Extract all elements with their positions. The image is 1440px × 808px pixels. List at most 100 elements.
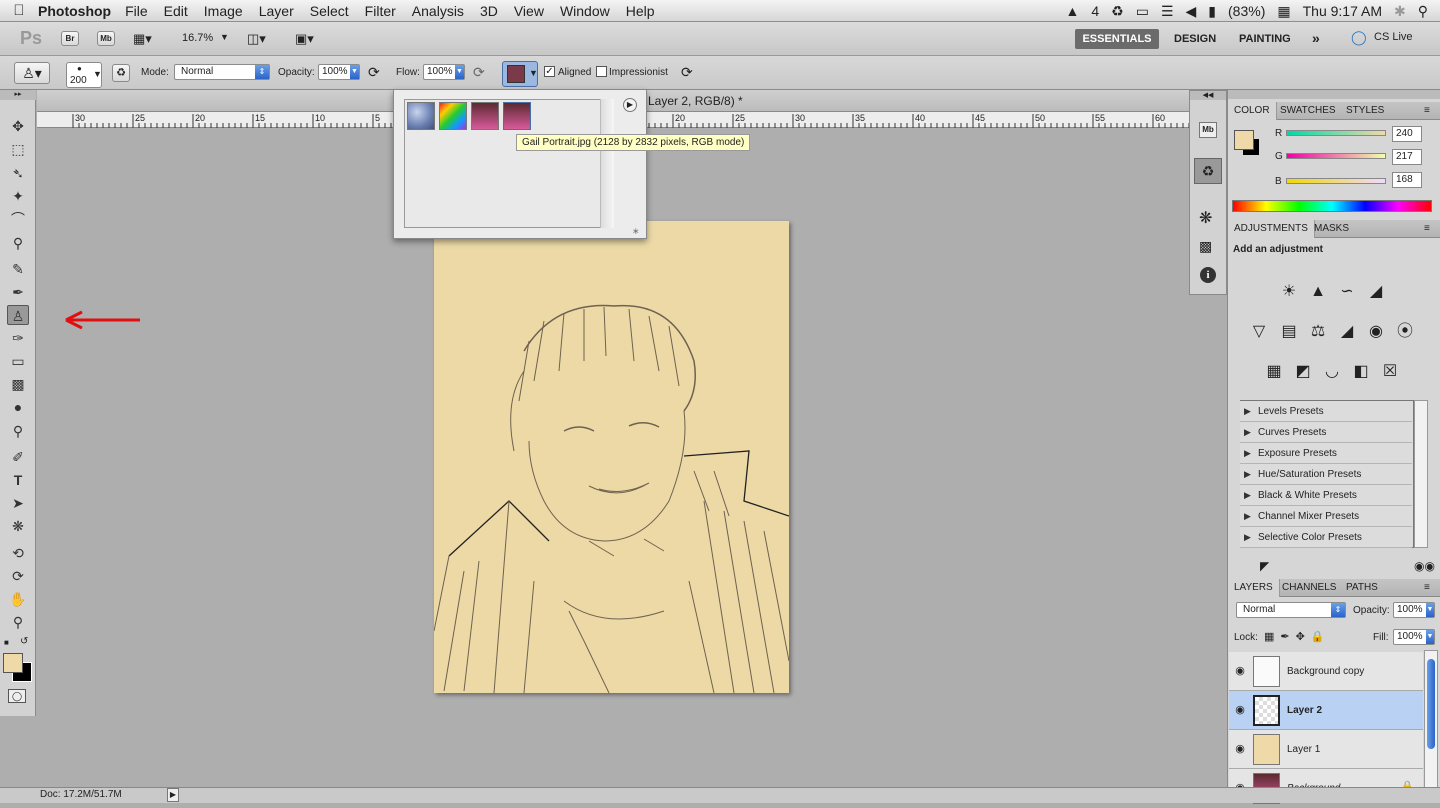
adobe-icon[interactable]: ▲ bbox=[1066, 3, 1080, 19]
clone-source-icon[interactable]: ♻ bbox=[1194, 158, 1222, 184]
brightness-contrast-icon[interactable]: ☀ bbox=[1278, 281, 1300, 303]
preset-curves[interactable]: Curves Presets bbox=[1240, 422, 1412, 443]
shape-tool-icon[interactable]: ❋ bbox=[7, 516, 29, 536]
menu-edit[interactable]: Edit bbox=[164, 3, 188, 19]
calendar-icon[interactable]: ▦ bbox=[1277, 3, 1290, 20]
status-menu-icon[interactable]: ▶ bbox=[167, 788, 179, 802]
threshold-icon[interactable]: ◡ bbox=[1321, 361, 1343, 383]
exposure-icon[interactable]: ◢ bbox=[1365, 281, 1387, 303]
eyedropper-tool-icon[interactable]: ⚲ bbox=[7, 233, 29, 253]
quick-mask-icon[interactable]: ◯ bbox=[8, 689, 26, 703]
tab-layers[interactable]: LAYERS bbox=[1228, 579, 1280, 597]
levels-icon[interactable]: ▲ bbox=[1307, 281, 1329, 303]
eye-icon[interactable]: ◉ bbox=[1232, 664, 1248, 678]
flow-field[interactable]: 100% ▼ bbox=[423, 64, 465, 80]
invert-icon[interactable]: ▦ bbox=[1263, 361, 1285, 383]
posterize-icon[interactable]: ◩ bbox=[1292, 361, 1314, 383]
panel-menu-icon[interactable]: ≡ bbox=[1418, 220, 1436, 238]
resize-grip-icon[interactable]: ∗ bbox=[632, 226, 640, 237]
navigator-icon[interactable]: ❋ bbox=[1199, 208, 1212, 228]
battery-icon[interactable]: ▮ bbox=[1208, 3, 1216, 20]
lock-icons[interactable]: ▦✒✥🔒 bbox=[1264, 630, 1331, 643]
more-workspaces-icon[interactable]: » bbox=[1312, 30, 1320, 46]
screen-mode-icon[interactable]: ▣▾ bbox=[295, 31, 314, 47]
tab-channels[interactable]: CHANNELS bbox=[1276, 579, 1342, 597]
lasso-tool-icon[interactable]: ➴ bbox=[7, 163, 29, 183]
b-value[interactable]: 168 bbox=[1392, 172, 1422, 188]
picker-menu-icon[interactable]: ▶ bbox=[623, 98, 637, 112]
mini-bridge-panel-icon[interactable]: Mb bbox=[1199, 122, 1217, 138]
preset-hue-saturation[interactable]: Hue/Saturation Presets bbox=[1240, 464, 1412, 485]
menu-window[interactable]: Window bbox=[560, 3, 610, 19]
3d-orbit-tool-icon[interactable]: ⟳ bbox=[7, 566, 29, 586]
pattern-rainbow[interactable] bbox=[439, 102, 467, 130]
move-tool-icon[interactable]: ✥ bbox=[7, 116, 29, 136]
apple-menu-icon[interactable]:  bbox=[0, 2, 38, 19]
hue-saturation-icon[interactable]: ▤ bbox=[1278, 321, 1300, 343]
clone-stamp-tool-icon[interactable]: ♙ bbox=[7, 305, 29, 325]
display-icon[interactable]: ▭ bbox=[1136, 3, 1149, 20]
hand-tool-icon[interactable]: ✋ bbox=[7, 589, 29, 609]
tab-paths[interactable]: PATHS bbox=[1340, 579, 1384, 597]
brush-tool-icon[interactable]: ✒ bbox=[7, 282, 29, 302]
time-machine-icon[interactable]: ♻ bbox=[1111, 3, 1124, 20]
layer-row-selected[interactable]: ◉ Layer 2 bbox=[1229, 691, 1423, 730]
preset-channel-mixer[interactable]: Channel Mixer Presets bbox=[1240, 506, 1412, 527]
channel-mixer-icon[interactable]: ⦿ bbox=[1394, 321, 1416, 343]
tab-adjustments[interactable]: ADJUSTMENTS bbox=[1228, 220, 1315, 238]
selective-color-icon[interactable]: ☒ bbox=[1379, 361, 1401, 383]
airbrush-icon[interactable]: ⟳ bbox=[473, 64, 485, 81]
vibrance-icon[interactable]: ▽ bbox=[1248, 321, 1270, 343]
r-value[interactable]: 240 bbox=[1392, 126, 1422, 142]
default-colors-icon[interactable]: ■ bbox=[4, 638, 9, 647]
zoom-tool-icon[interactable]: ⚲ bbox=[7, 612, 29, 632]
curves-icon[interactable]: ∽ bbox=[1336, 281, 1358, 303]
g-slider[interactable] bbox=[1286, 153, 1386, 159]
preset-levels[interactable]: Levels Presets bbox=[1240, 401, 1412, 422]
workspace-essentials[interactable]: ESSENTIALS bbox=[1075, 29, 1159, 49]
menu-layer[interactable]: Layer bbox=[259, 3, 294, 19]
r-slider[interactable] bbox=[1286, 130, 1386, 136]
info-icon[interactable]: i bbox=[1200, 267, 1216, 283]
3d-rotate-tool-icon[interactable]: ⟲ bbox=[7, 543, 29, 563]
spotlight-icon[interactable]: ⚲ bbox=[1418, 3, 1428, 20]
dodge-tool-icon[interactable]: ⚲ bbox=[7, 421, 29, 441]
zoom-dropdown-icon[interactable]: ▼ bbox=[220, 32, 229, 42]
tab-swatches[interactable]: SWATCHES bbox=[1274, 102, 1342, 120]
pressure-size-icon[interactable]: ⟳ bbox=[681, 64, 693, 81]
pattern-scrollbar[interactable] bbox=[600, 99, 614, 228]
preset-exposure[interactable]: Exposure Presets bbox=[1240, 443, 1412, 464]
gradient-tool-icon[interactable]: ▩ bbox=[7, 374, 29, 394]
color-balance-icon[interactable]: ⚖ bbox=[1307, 321, 1329, 343]
eye-icon[interactable]: ◉ bbox=[1232, 703, 1248, 717]
pressure-opacity-icon[interactable]: ⟳ bbox=[368, 64, 380, 81]
panel-menu-icon[interactable]: ≡ bbox=[1418, 579, 1436, 597]
brush-preset-picker[interactable]: ● 200 ▼ bbox=[66, 62, 102, 88]
eye-icon[interactable]: ◉ bbox=[1232, 742, 1248, 756]
bluetooth-icon[interactable]: ✱ bbox=[1394, 3, 1406, 20]
g-value[interactable]: 217 bbox=[1392, 149, 1422, 165]
clone-stamp-tool-preset-icon[interactable]: ♙▾ bbox=[14, 62, 50, 84]
path-selection-tool-icon[interactable]: ➤ bbox=[7, 493, 29, 513]
crop-tool-icon[interactable]: ⌒ bbox=[7, 209, 29, 229]
clock[interactable]: Thu 9:17 AM bbox=[1303, 3, 1382, 19]
magic-wand-tool-icon[interactable]: ✦ bbox=[7, 186, 29, 206]
color-spectrum-bar[interactable] bbox=[1232, 200, 1432, 212]
wifi-icon[interactable]: ☰ bbox=[1161, 3, 1174, 20]
blur-tool-icon[interactable]: ● bbox=[7, 397, 29, 417]
clip-to-layer-icon[interactable]: ◤ bbox=[1260, 559, 1269, 573]
clone-source-panel-icon[interactable]: ♻ bbox=[112, 64, 130, 82]
swap-colors-icon[interactable]: ↺ bbox=[20, 636, 28, 647]
impressionist-checkbox[interactable] bbox=[596, 66, 607, 77]
pattern-bubbles[interactable] bbox=[407, 102, 435, 130]
histogram-icon[interactable]: ▩ bbox=[1199, 238, 1212, 255]
menu-file[interactable]: File bbox=[125, 3, 148, 19]
healing-brush-tool-icon[interactable]: ✎ bbox=[7, 259, 29, 279]
gradient-map-icon[interactable]: ◧ bbox=[1350, 361, 1372, 383]
workspace-painting[interactable]: PAINTING bbox=[1239, 33, 1291, 45]
type-tool-icon[interactable]: T bbox=[7, 470, 29, 490]
view-extras-icon[interactable]: ▦▾ bbox=[133, 31, 152, 47]
layer-opacity-field[interactable]: 100% ▼ bbox=[1393, 602, 1435, 618]
cs-live-menu[interactable]: CS Live bbox=[1374, 31, 1413, 43]
menu-select[interactable]: Select bbox=[310, 3, 349, 19]
